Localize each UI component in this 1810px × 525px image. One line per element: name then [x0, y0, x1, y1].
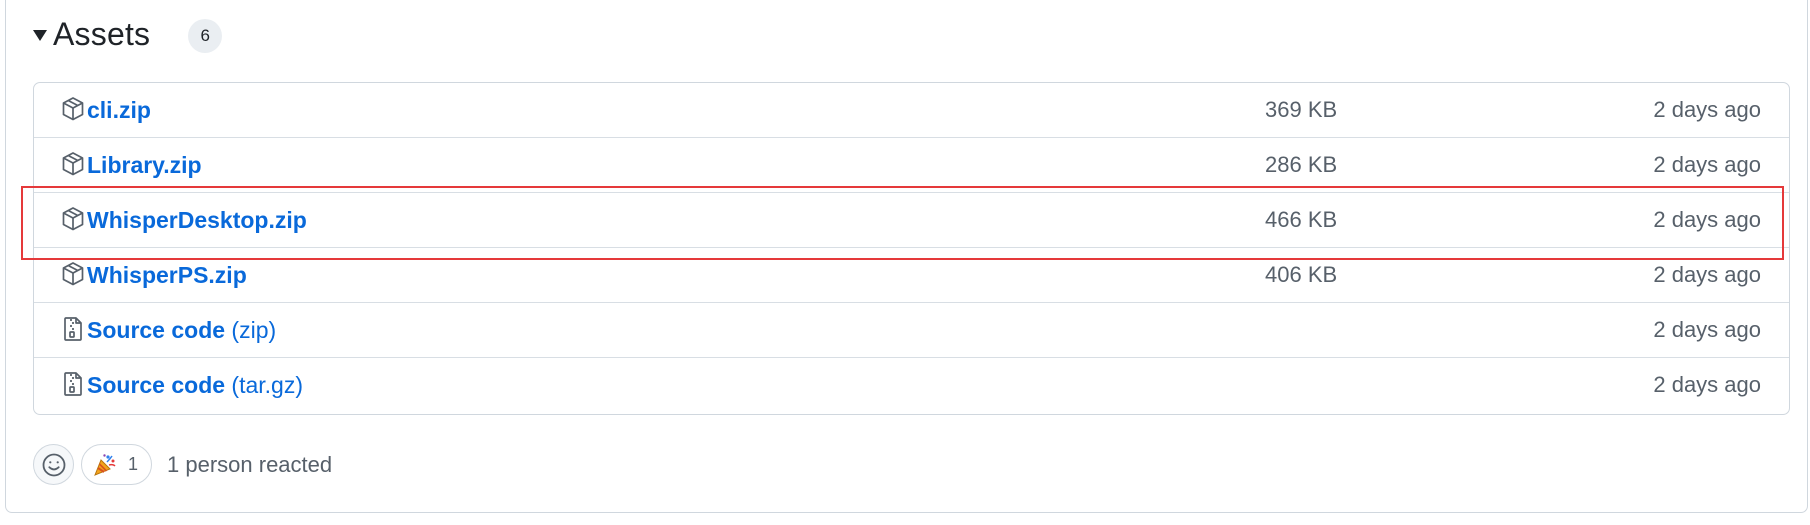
smiley-icon	[42, 453, 65, 476]
asset-link-cli-zip[interactable]: cli.zip	[87, 96, 151, 124]
asset-name: Source code	[87, 317, 226, 343]
asset-link-source-code-tar-gz[interactable]: Source code (tar.gz)	[87, 371, 303, 399]
reaction-count: 1	[128, 454, 139, 474]
asset-row-source-code-tar-gz: Source code (tar.gz) 2 days ago	[34, 358, 1789, 413]
asset-format: (tar.gz)	[225, 372, 304, 398]
asset-size: 406 KB	[1265, 262, 1338, 287]
assets-title: Assets	[53, 15, 151, 52]
assets-list: cli.zip 369 KB 2 days ago Library.zip 28…	[33, 82, 1790, 415]
asset-link-source-code-zip[interactable]: Source code (zip)	[87, 316, 276, 344]
asset-link-library-zip[interactable]: Library.zip	[87, 151, 202, 179]
package-icon	[61, 151, 85, 177]
asset-date: 2 days ago	[1653, 372, 1761, 397]
asset-size: 286 KB	[1265, 152, 1338, 177]
asset-size: 466 KB	[1265, 207, 1338, 232]
file-zip-icon	[61, 371, 85, 397]
asset-date: 2 days ago	[1653, 207, 1761, 232]
asset-name: Source code	[87, 372, 226, 398]
asset-date: 2 days ago	[1653, 152, 1761, 177]
asset-date: 2 days ago	[1653, 97, 1761, 122]
file-zip-icon	[61, 316, 85, 342]
asset-row-cli-zip: cli.zip 369 KB 2 days ago	[34, 83, 1789, 138]
party-popper-icon	[92, 452, 118, 478]
asset-name: Library.zip	[87, 152, 202, 178]
asset-size: 369 KB	[1265, 97, 1338, 122]
reaction-summary: 1 person reacted	[167, 451, 333, 477]
package-icon	[61, 206, 85, 232]
reactions-bar: 1 1 person reacted	[33, 443, 332, 486]
asset-format: (zip)	[225, 317, 277, 343]
reaction-tada-button[interactable]: 1	[81, 444, 153, 485]
add-reaction-button[interactable]	[33, 444, 74, 485]
assets-count-badge: 6	[188, 19, 223, 53]
asset-name: cli.zip	[87, 97, 151, 123]
package-icon	[61, 96, 85, 122]
asset-date: 2 days ago	[1653, 262, 1761, 287]
asset-row-source-code-zip: Source code (zip) 2 days ago	[34, 303, 1789, 358]
asset-row-library-zip: Library.zip 286 KB 2 days ago	[34, 138, 1789, 193]
assets-header[interactable]: Assets 6	[33, 12, 223, 56]
asset-date: 2 days ago	[1653, 317, 1761, 342]
asset-row-whisperdesktop-zip: WhisperDesktop.zip 466 KB 2 days ago	[34, 193, 1789, 248]
package-icon	[61, 261, 85, 287]
asset-name: WhisperDesktop.zip	[87, 207, 307, 233]
asset-name: WhisperPS.zip	[87, 262, 247, 288]
asset-link-whisperdesktop-zip[interactable]: WhisperDesktop.zip	[87, 206, 307, 234]
caret-down-icon[interactable]	[33, 29, 47, 41]
asset-link-whisperps-zip[interactable]: WhisperPS.zip	[87, 261, 247, 289]
asset-row-whisperps-zip: WhisperPS.zip 406 KB 2 days ago	[34, 248, 1789, 303]
